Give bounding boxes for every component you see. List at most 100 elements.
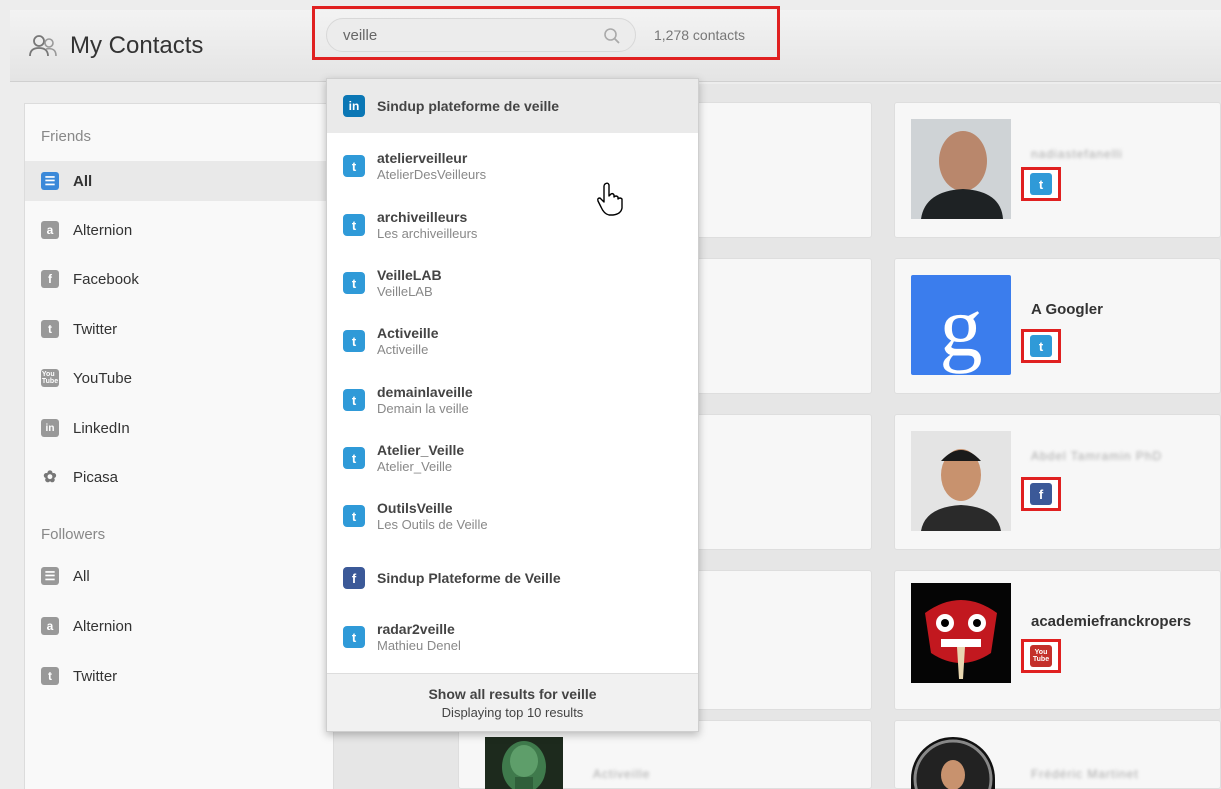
result-display-name: Demain la veille — [377, 401, 469, 416]
search-result-item[interactable]: t demainlaveille Demain la veille — [327, 371, 698, 429]
twitter-icon: t — [343, 214, 365, 236]
sidebar-item-friends-alternion[interactable]: a Alternion — [25, 210, 333, 250]
result-name: Sindup Plateforme de Veille — [377, 570, 561, 586]
avatar — [911, 119, 1011, 219]
avatar — [911, 583, 1011, 683]
twitter-icon: t — [1030, 335, 1052, 357]
sidebar-item-friends-all[interactable]: ☰ All — [25, 161, 333, 201]
facebook-icon: f — [1030, 483, 1052, 505]
person-photo — [911, 119, 1011, 219]
twitter-icon: t — [343, 330, 365, 352]
contact-card[interactable]: nadiastefanelli t — [894, 102, 1221, 238]
twitter-icon: t — [1030, 173, 1052, 195]
result-display-name: Mathieu Denel — [377, 638, 461, 653]
contact-card[interactable]: g A Googler t — [894, 258, 1221, 394]
search-icon[interactable] — [603, 27, 621, 45]
followers-section-title: Followers — [41, 526, 106, 543]
search-box[interactable] — [326, 18, 636, 52]
search-result-item[interactable]: t Activeille Activeille — [327, 312, 698, 370]
alternion-icon: a — [41, 221, 59, 239]
contact-count: 1,278 contacts — [654, 27, 746, 43]
search-result-item[interactable]: f Sindup Plateforme de Veille — [327, 549, 698, 607]
app-title-text: My Contacts — [70, 32, 204, 59]
sidebar-item-label: Twitter — [73, 667, 118, 685]
result-handle: demainlaveille — [377, 384, 473, 400]
hand-cursor-icon — [597, 182, 623, 216]
avatar — [911, 737, 995, 789]
search-result-item[interactable]: in Sindup plateforme de veille — [327, 79, 698, 133]
twitter-icon: t — [343, 389, 365, 411]
twitter-icon: t — [41, 667, 59, 685]
sidebar-item-friends-facebook[interactable]: f Facebook — [25, 259, 333, 299]
twitter-badge[interactable]: t — [1021, 167, 1061, 201]
sidebar-item-label: Alternion — [73, 221, 133, 239]
sidebar: Friends ☰ All a Alternion f Facebook t T… — [24, 103, 334, 789]
result-display-name: Les Outils de Veille — [377, 517, 488, 532]
sidebar-item-label: Facebook — [73, 270, 139, 288]
list-icon: ☰ — [41, 567, 59, 585]
result-handle: Atelier_Veille — [377, 442, 465, 458]
contact-name: academiefranckropers — [1031, 613, 1192, 630]
linkedin-icon: in — [343, 95, 365, 117]
contact-card[interactable]: Abdel Tamramin PhD f — [894, 414, 1221, 550]
statue-image — [502, 741, 546, 789]
result-handle: Activeille — [377, 325, 439, 341]
sidebar-item-friends-youtube[interactable]: You Tube YouTube — [25, 358, 333, 398]
sidebar-item-friends-picasa[interactable]: ✿ Picasa — [25, 457, 333, 497]
sidebar-item-followers-twitter[interactable]: t Twitter — [25, 656, 333, 696]
search-input[interactable] — [327, 19, 597, 51]
google-logo-icon: g — [940, 278, 983, 374]
sidebar-item-friends-twitter[interactable]: t Twitter — [25, 309, 333, 349]
svg-text:g: g — [940, 278, 983, 374]
list-icon: ☰ — [41, 172, 59, 190]
sidebar-item-label: Alternion — [73, 617, 133, 635]
sidebar-item-followers-alternion[interactable]: a Alternion — [25, 606, 333, 646]
search-result-item[interactable]: t VeilleLAB VeilleLAB — [327, 254, 698, 312]
contact-name: Abdel Tamramin PhD — [1031, 449, 1163, 463]
result-display-name: Activeille — [377, 342, 429, 357]
friends-section-title: Friends — [41, 128, 92, 145]
sidebar-item-followers-all[interactable]: ☰ All — [25, 556, 333, 596]
mask-image — [911, 583, 1011, 683]
sidebar-item-label: Twitter — [73, 320, 118, 338]
contact-name: nadiastefanelli — [1031, 147, 1123, 161]
avatar — [485, 737, 563, 789]
search-result-item[interactable]: t archiveilleurs Les archiveilleurs — [327, 196, 698, 254]
search-result-item[interactable]: t radar2veille Mathieu Denel — [327, 608, 698, 666]
search-result-item[interactable]: t Atelier_Veille Atelier_Veille — [327, 429, 698, 487]
sidebar-item-label: All — [73, 172, 93, 190]
sidebar-item-label: Picasa — [73, 468, 119, 486]
twitter-icon: t — [343, 505, 365, 527]
show-all-results-button[interactable]: Show all results for veille Displaying t… — [327, 673, 698, 731]
search-results-dropdown: in Sindup plateforme de veille t atelier… — [326, 78, 699, 732]
avatar: g — [911, 275, 1011, 375]
facebook-icon: f — [343, 567, 365, 589]
alternion-icon: a — [41, 617, 59, 635]
avatar — [911, 431, 1011, 531]
picasa-icon: ✿ — [43, 469, 57, 486]
search-result-item[interactable]: t OutilsVeille Les Outils de Veille — [327, 487, 698, 545]
result-display-name: Atelier_Veille — [377, 459, 453, 474]
result-display-name: VeilleLAB — [377, 284, 433, 299]
contact-name: Activeille — [593, 767, 651, 781]
youtube-badge[interactable]: You Tube — [1021, 639, 1061, 673]
contact-card[interactable]: Frédéric Martinet — [894, 720, 1221, 789]
people-icon — [29, 35, 57, 57]
twitter-icon: t — [343, 626, 365, 648]
displaying-count-label: Displaying top 10 results — [441, 704, 584, 720]
twitter-icon: t — [343, 447, 365, 469]
twitter-badge[interactable]: t — [1021, 329, 1061, 363]
sidebar-item-label: All — [73, 567, 90, 585]
youtube-icon: You Tube — [1030, 645, 1052, 667]
result-display-name: AtelierDesVeilleurs — [377, 167, 487, 182]
result-handle: radar2veille — [377, 621, 455, 637]
result-name: Sindup plateforme de veille — [377, 98, 560, 114]
facebook-badge[interactable]: f — [1021, 477, 1061, 511]
clock-photo — [913, 739, 993, 789]
facebook-icon: f — [41, 270, 59, 288]
youtube-icon: You Tube — [41, 369, 59, 387]
search-result-item[interactable]: t atelierveilleur AtelierDesVeilleurs — [327, 137, 698, 195]
contact-card[interactable]: academiefranckropers You Tube — [894, 570, 1221, 710]
sidebar-item-friends-linkedin[interactable]: in LinkedIn — [25, 408, 333, 448]
result-handle: atelierveilleur — [377, 150, 468, 166]
